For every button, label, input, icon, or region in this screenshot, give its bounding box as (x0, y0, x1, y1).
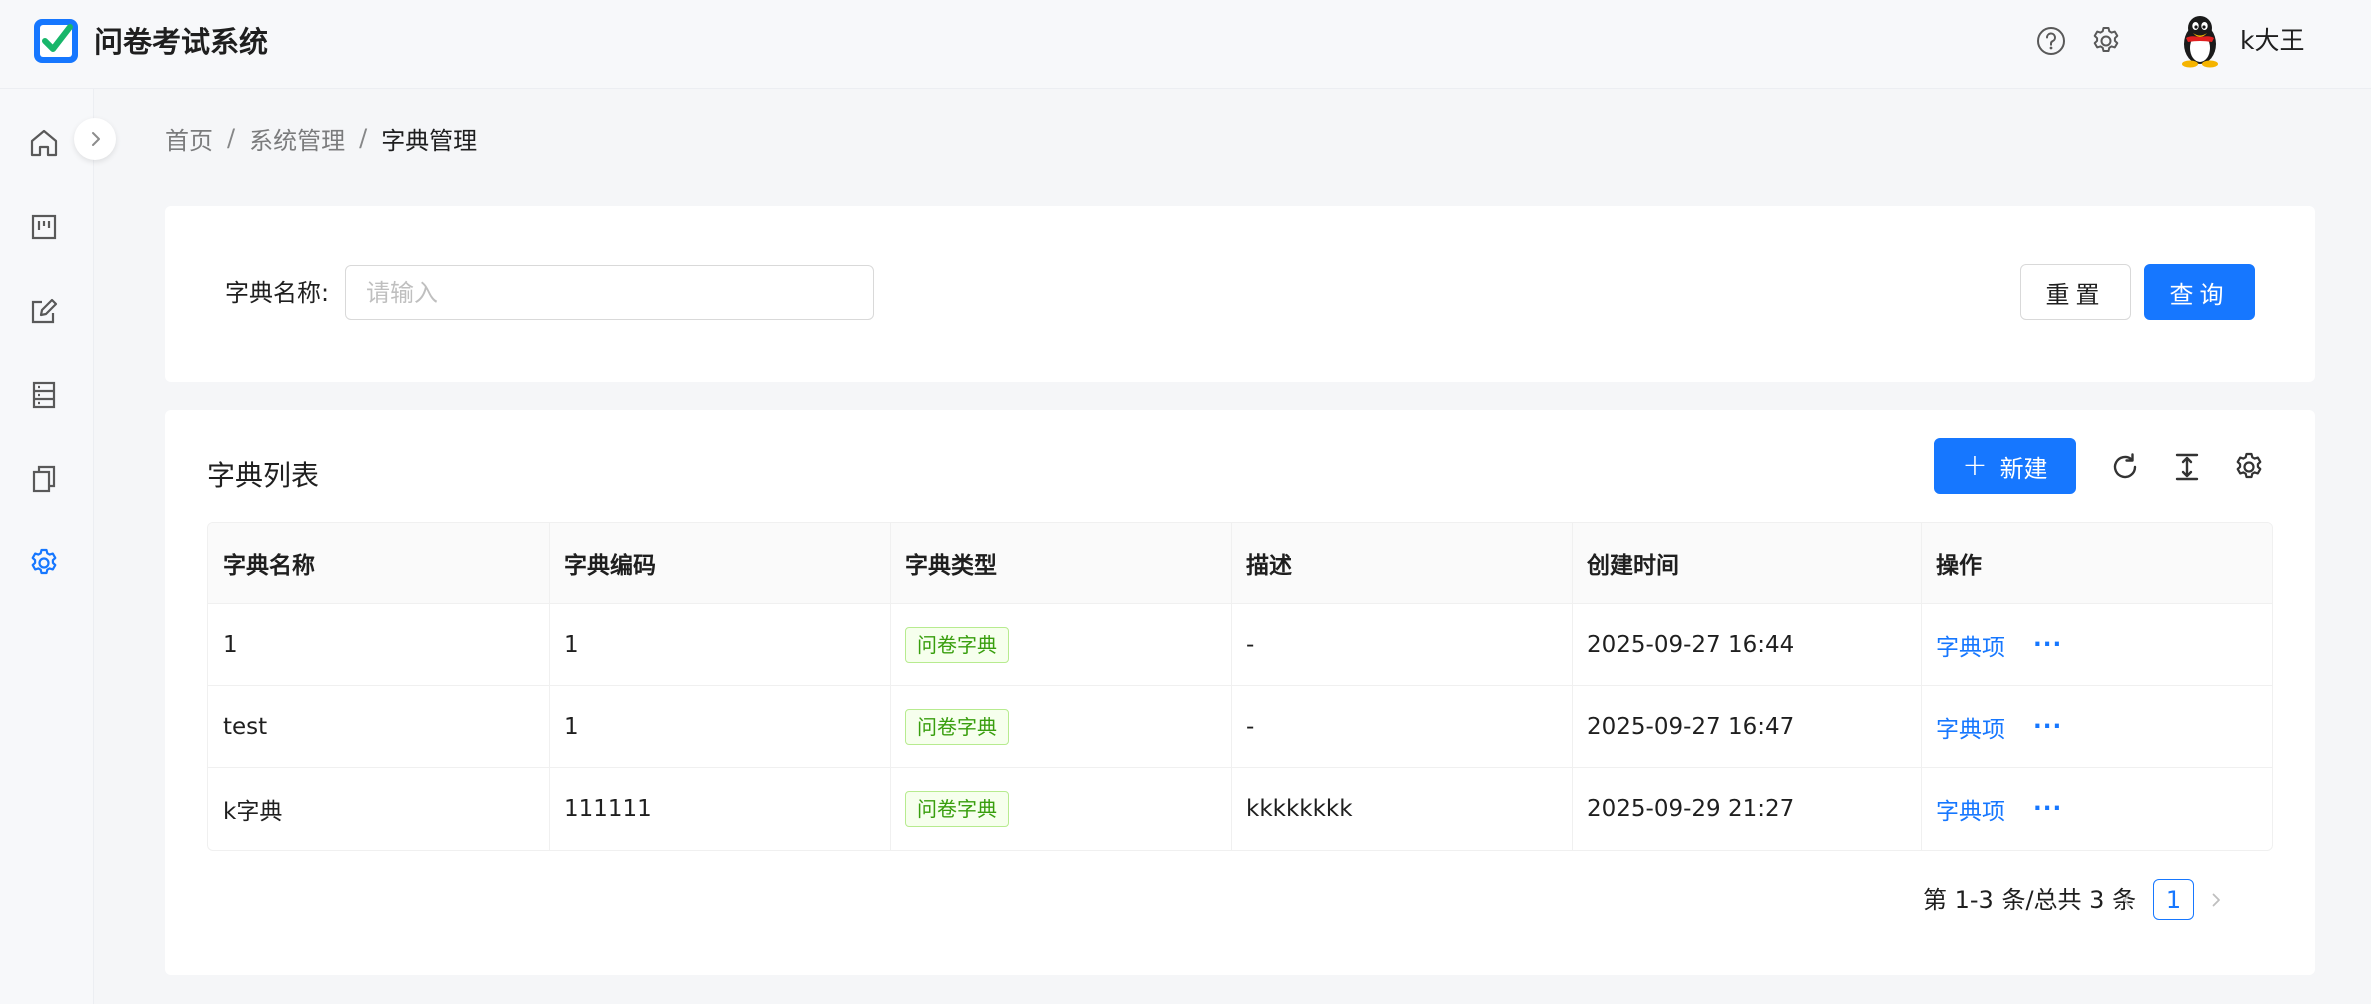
column-header: 字典名称 (223, 553, 315, 579)
cell-code: 1 (549, 686, 890, 767)
cell-code: 1 (549, 604, 890, 685)
table-row: k字典 111111 问卷字典 kkkkkkkk 2025-09-29 21:2… (208, 768, 2272, 850)
cell-name: k字典 (223, 799, 283, 825)
breadcrumb-home[interactable]: 首页 (165, 121, 213, 156)
type-tag: 问卷字典 (905, 791, 1009, 827)
home-icon (30, 129, 58, 157)
pagination-prev-button[interactable] (2112, 882, 2142, 918)
plus-icon: + (1962, 448, 1988, 483)
table-header-row: 字典名称 字典编码 字典类型 描述 创建时间 操作 (208, 523, 2272, 604)
column-height-icon[interactable] (2170, 450, 2204, 484)
dict-items-link[interactable]: 字典项 (1936, 628, 2005, 662)
breadcrumb: 首页 / 系统管理 / 字典管理 (165, 118, 477, 158)
sidebar-item-edit[interactable] (24, 291, 64, 331)
cell-actions: 字典项 ··· (1921, 604, 2272, 685)
dict-list-card: 字典列表 + 新建 字典名称 字典编码 字典类型 描述 创建时间 操作 1 1 … (165, 410, 2315, 975)
board-icon (31, 214, 57, 240)
checkbox-logo-icon[interactable] (32, 17, 80, 65)
cell-type: 问卷字典 (890, 604, 1231, 685)
sidebar-item-list[interactable] (24, 375, 64, 415)
chevron-right-icon (2212, 893, 2220, 907)
cell-type: 问卷字典 (890, 768, 1231, 850)
column-header: 操作 (1921, 523, 2272, 603)
edit-icon (31, 298, 58, 324)
new-button-label: 新建 (1999, 454, 2048, 483)
cell-created: 2025-09-27 16:44 (1572, 604, 1921, 685)
question-circle-icon[interactable] (2035, 25, 2067, 57)
penguin-avatar[interactable] (2176, 14, 2224, 68)
gear-icon (31, 548, 57, 575)
breadcrumb-system[interactable]: 系统管理 (249, 121, 345, 156)
column-header: 描述 (1231, 523, 1572, 603)
breadcrumb-separator: / (227, 124, 236, 152)
cell-desc: - (1231, 686, 1572, 767)
pagination-total: 第 1-3 条/总共 3 条 (1923, 886, 2137, 914)
sidebar-item-copy[interactable] (24, 459, 64, 499)
cell-code: 111111 (549, 768, 890, 850)
sidebar-item-board[interactable] (24, 207, 64, 247)
table-title: 字典列表 (207, 459, 320, 492)
list-icon (32, 381, 56, 409)
cell-name: 1 (223, 631, 238, 658)
search-card: 字典名称: 重置 查询 (165, 206, 2315, 382)
cell-desc: - (1231, 604, 1572, 685)
reset-button[interactable]: 重置 (2020, 264, 2131, 320)
app-title: 问卷考试系统 (94, 25, 269, 59)
more-actions-icon[interactable]: ··· (2033, 796, 2062, 822)
pagination-next-button[interactable] (2201, 882, 2231, 918)
dict-items-link[interactable]: 字典项 (1936, 792, 2005, 826)
cell-type: 问卷字典 (890, 686, 1231, 767)
query-button[interactable]: 查询 (2144, 264, 2255, 320)
gear-icon[interactable] (2090, 25, 2122, 57)
sidebar-collapse-button[interactable] (74, 118, 116, 160)
cell-created: 2025-09-29 21:27 (1572, 768, 1921, 850)
username[interactable]: k大王 (2240, 24, 2304, 58)
sidebar (0, 89, 94, 1004)
chevron-right-icon (92, 132, 100, 146)
more-actions-icon[interactable]: ··· (2033, 632, 2062, 658)
sidebar-item-home[interactable] (24, 123, 64, 163)
cell-name: test (223, 713, 268, 740)
chevron-left-icon (2123, 893, 2131, 907)
new-button[interactable]: + 新建 (1934, 438, 2076, 494)
top-header: 问卷考试系统 k大王 (0, 0, 2371, 89)
cell-desc: kkkkkkkk (1231, 768, 1572, 850)
dict-items-link[interactable]: 字典项 (1936, 710, 2005, 744)
dict-name-label: 字典名称: (225, 279, 330, 307)
column-header: 创建时间 (1572, 523, 1921, 603)
type-tag: 问卷字典 (905, 626, 1009, 663)
column-header: 字典类型 (890, 523, 1231, 603)
more-actions-icon[interactable]: ··· (2033, 714, 2062, 740)
cell-actions: 字典项 ··· (1921, 686, 2272, 767)
column-header: 字典编码 (549, 523, 890, 603)
type-tag: 问卷字典 (905, 708, 1009, 745)
dict-table: 字典名称 字典编码 字典类型 描述 创建时间 操作 1 1 问卷字典 - 202… (207, 522, 2273, 851)
breadcrumb-current: 字典管理 (381, 126, 478, 155)
gear-icon[interactable] (2232, 450, 2266, 484)
breadcrumb-separator: / (359, 124, 368, 152)
copy-icon (32, 465, 56, 493)
sidebar-item-system[interactable] (24, 543, 64, 583)
dict-name-input[interactable] (345, 265, 874, 320)
table-row: 1 1 问卷字典 - 2025-09-27 16:44 字典项 ··· (208, 604, 2272, 686)
pagination-page-1[interactable]: 1 (2153, 879, 2194, 920)
cell-actions: 字典项 ··· (1921, 768, 2272, 850)
cell-created: 2025-09-27 16:47 (1572, 686, 1921, 767)
table-row: test 1 问卷字典 - 2025-09-27 16:47 字典项 ··· (208, 686, 2272, 768)
reload-icon[interactable] (2108, 450, 2142, 484)
